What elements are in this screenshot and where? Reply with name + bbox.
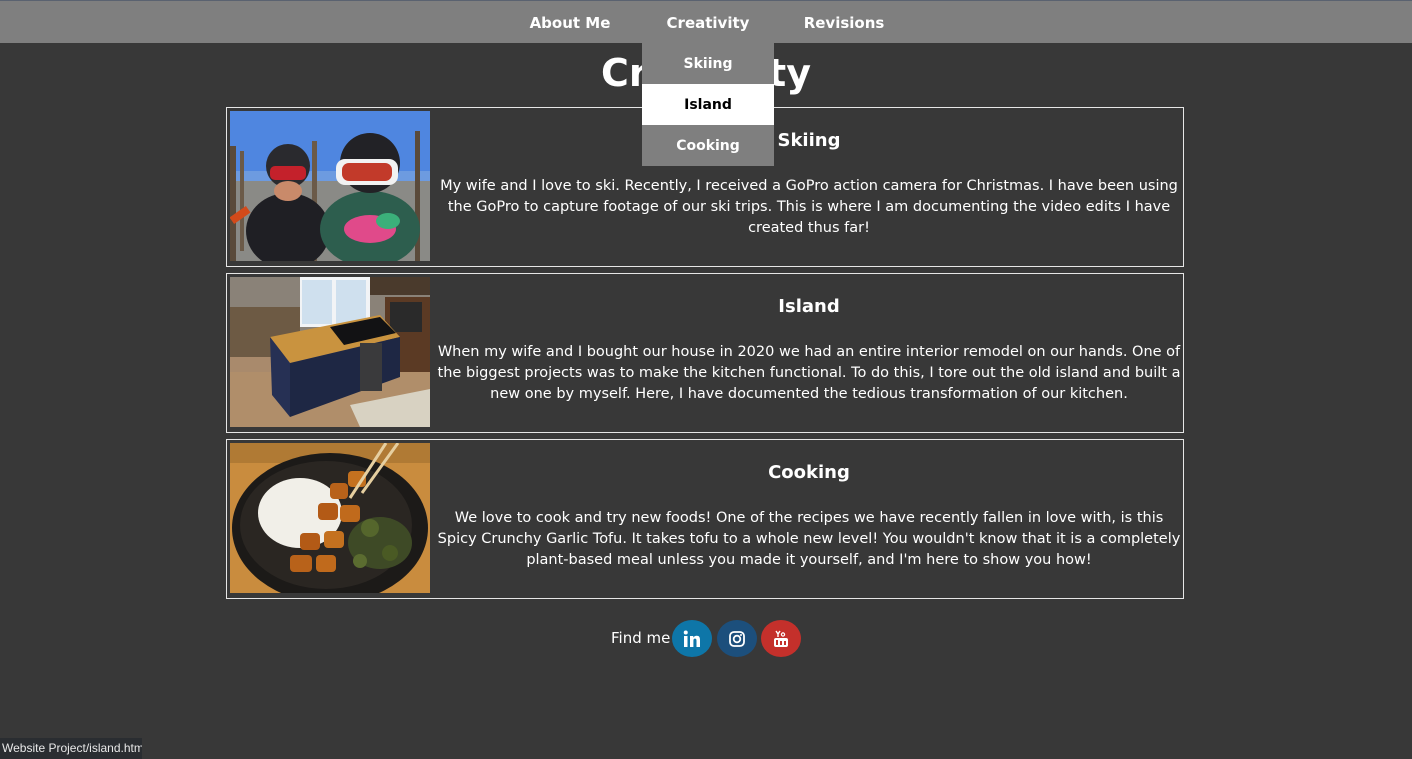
dropdown-item-skiing[interactable]: Skiing [642, 43, 774, 84]
card-description: When my wife and I bought our house in 2… [437, 344, 1181, 402]
dropdown-item-island[interactable]: Island [642, 84, 774, 125]
creativity-dropdown-menu: Skiing Island Cooking [642, 43, 774, 166]
nav-about-me[interactable]: About Me [514, 1, 626, 43]
island-photo[interactable] [230, 277, 430, 427]
cooking-photo[interactable] [230, 443, 430, 593]
card-cooking: Cooking We love to cook and try new food… [226, 439, 1184, 599]
youtube-icon[interactable] [761, 620, 801, 657]
nav-creativity[interactable]: Creativity [642, 1, 774, 43]
instagram-icon[interactable] [717, 620, 757, 657]
card-island: Island When my wife and I bought our hou… [226, 273, 1184, 433]
card-island-body: Island When my wife and I bought our hou… [437, 274, 1181, 432]
card-description: We love to cook and try new foods! One o… [437, 510, 1181, 568]
nav-revisions[interactable]: Revisions [790, 1, 898, 43]
browser-status-bar-url: Website Project/island.html [0, 738, 142, 759]
card-description: My wife and I love to ski. Recently, I r… [440, 178, 1178, 236]
card-cooking-body: Cooking We love to cook and try new food… [437, 440, 1181, 598]
card-title[interactable]: Cooking [437, 462, 1181, 483]
card-skiing-body: Skiing My wife and I love to ski. Recent… [437, 108, 1181, 266]
skiing-photo[interactable] [230, 111, 430, 261]
card-title[interactable]: Skiing [437, 130, 1181, 151]
dropdown-item-cooking[interactable]: Cooking [642, 125, 774, 166]
top-navbar: About Me Creativity Revisions [0, 1, 1412, 43]
linkedin-icon[interactable] [672, 620, 712, 657]
card-title[interactable]: Island [437, 296, 1181, 317]
footer: Find me [0, 619, 1412, 659]
find-me-label: Find me [611, 629, 671, 647]
